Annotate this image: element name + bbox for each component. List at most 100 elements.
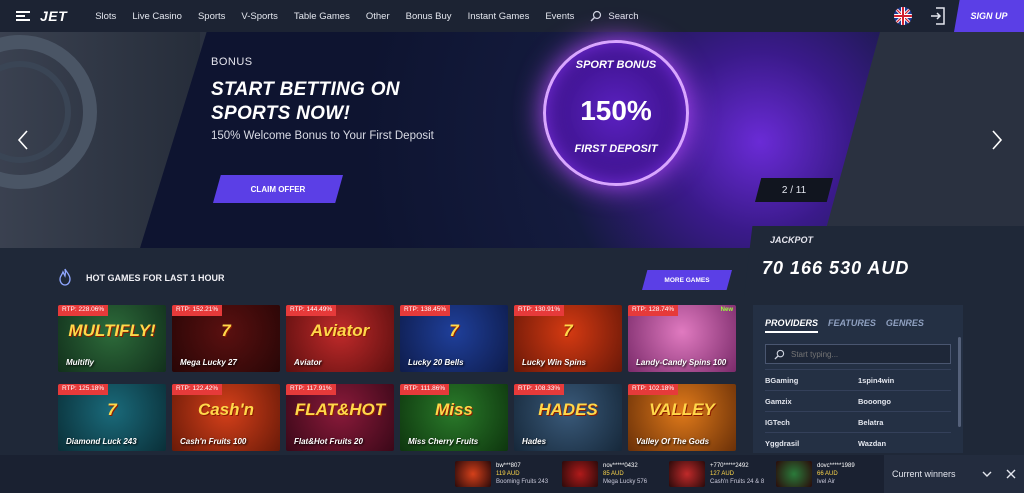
rtp-badge: RTP: 130.91%	[514, 305, 565, 316]
nav-other[interactable]: Other	[366, 11, 390, 22]
game-name: Diamond Luck 243	[66, 437, 137, 446]
winner-game-thumbnail	[455, 461, 491, 487]
winner-info: dovc*****1989 66 AUD Ivel Air	[817, 462, 855, 486]
game-name: Valley Of The Gods	[636, 437, 710, 446]
search-icon	[774, 349, 785, 360]
rtp-badge: RTP: 128.74%	[628, 305, 679, 316]
game-logo: 7	[563, 321, 573, 340]
game-tile[interactable]: RTP: 128.74% New Landy-Candy Spins 100	[628, 305, 736, 372]
rtp-badge: RTP: 108.33%	[514, 384, 565, 395]
chevron-right-icon[interactable]	[990, 128, 1004, 152]
winner-amount: 66 AUD	[817, 471, 838, 477]
chevron-left-icon[interactable]	[16, 128, 30, 152]
login-icon[interactable]	[930, 7, 946, 25]
provider-item[interactable]: Yggdrasil	[765, 439, 858, 448]
game-logo: Miss	[435, 400, 473, 419]
rtp-badge: RTP: 228.06%	[58, 305, 109, 316]
winner-item[interactable]: nov*****0432 85 AUD Mega Lucky 576	[562, 459, 647, 489]
providers-panel: PROVIDERS FEATURES GENRES BGaming1spin4w…	[753, 305, 963, 453]
provider-item[interactable]: Gamzix	[765, 397, 858, 406]
search-button[interactable]: Search	[590, 10, 639, 22]
provider-item[interactable]: Booongo	[858, 397, 951, 406]
winner-item[interactable]: +770*****2492 127 AUD Cash'n Fruits 24 & 8	[669, 459, 764, 489]
flame-icon	[59, 268, 71, 286]
close-icon[interactable]	[1006, 469, 1016, 479]
provider-list: BGaming 1spin4win Gamzix Booongo IGTech Belat…	[765, 369, 951, 453]
game-logo: VALLEY	[649, 400, 715, 419]
game-tile[interactable]: Cash'n RTP: 122.42% Cash'n Fruits 100	[172, 384, 280, 451]
nav-live-casino[interactable]: Live Casino	[132, 11, 182, 22]
game-tile[interactable]: Aviator RTP: 144.49% Aviator	[286, 305, 394, 372]
claim-offer-button[interactable]: CLAIM OFFER	[213, 175, 343, 203]
game-name: Lucky 20 Bells	[408, 358, 464, 367]
winner-info: +770*****2492 127 AUD Cash'n Fruits 24 & 8	[710, 462, 764, 486]
provider-item[interactable]: Belatra	[858, 418, 951, 427]
nav-v-sports[interactable]: V-Sports	[241, 11, 277, 22]
game-name: Landy-Candy Spins 100	[636, 358, 727, 367]
winner-item[interactable]: bw***807 119 AUD Booming Fruits 243	[455, 459, 548, 489]
winner-item[interactable]: dovc*****1989 66 AUD Ivel Air	[776, 459, 855, 489]
game-tile[interactable]: FLAT&HOT RTP: 117.91% Flat&Hot Fruits 20	[286, 384, 394, 451]
game-tile[interactable]: 7 RTP: 125.18% Diamond Luck 243	[58, 384, 166, 451]
provider-item[interactable]: 1spin4win	[858, 376, 951, 385]
nav-table-games[interactable]: Table Games	[294, 11, 350, 22]
sign-up-button[interactable]: SIGN UP	[954, 0, 1024, 32]
nav-sports[interactable]: Sports	[198, 11, 225, 22]
winner-game: Cash'n Fruits 24 & 8	[710, 479, 765, 485]
nav-slots[interactable]: Slots	[95, 11, 116, 22]
game-tile[interactable]: 7 RTP: 152.21% Mega Lucky 27	[172, 305, 280, 372]
winner-amount: 119 AUD	[496, 471, 520, 477]
game-tile[interactable]: HADES RTP: 108.33% Hades	[514, 384, 622, 451]
winner-info: nov*****0432 85 AUD Mega Lucky 576	[603, 462, 647, 486]
slide-counter: 2 / 11	[755, 178, 833, 202]
game-name: Hades	[522, 437, 547, 446]
nav-bonus-buy[interactable]: Bonus Buy	[406, 11, 452, 22]
winner-user: dovc*****1989	[817, 463, 855, 469]
providers-tabs: PROVIDERS FEATURES GENRES	[765, 318, 924, 333]
nav-events[interactable]: Events	[545, 11, 574, 22]
provider-item[interactable]: Wazdan	[858, 439, 951, 448]
game-name: Mega Lucky 27	[180, 358, 237, 367]
game-tile[interactable]: 7 RTP: 138.45% Lucky 20 Bells	[400, 305, 508, 372]
winner-user: nov*****0432	[603, 463, 638, 469]
winner-user: +770*****2492	[710, 463, 749, 469]
provider-item[interactable]: IGTech	[765, 418, 858, 427]
menu-icon[interactable]	[16, 11, 30, 21]
provider-row: Gamzix Booongo	[765, 390, 951, 411]
game-tile[interactable]: Miss RTP: 111.86% Miss Cherry Fruits	[400, 384, 508, 451]
search-icon	[590, 10, 602, 22]
game-logo: 7	[449, 321, 459, 340]
provider-row: BGaming 1spin4win	[765, 369, 951, 390]
winner-game: Mega Lucky 576	[603, 479, 648, 485]
game-tile[interactable]: 7 RTP: 130.91% Lucky Win Spins	[514, 305, 622, 372]
game-tile[interactable]: MULTIFLY! RTP: 228.06% Multifly	[58, 305, 166, 372]
current-winners-toggle[interactable]: Current winners	[884, 455, 1024, 493]
logo[interactable]: JET	[40, 8, 67, 24]
chevron-down-icon[interactable]	[982, 469, 992, 479]
hot-games-title: HOT GAMES FOR LAST 1 HOUR	[86, 273, 225, 283]
provider-search-field[interactable]	[765, 344, 951, 364]
game-logo: 7	[107, 400, 117, 419]
game-name: Cash'n Fruits 100	[180, 437, 247, 446]
provider-row: Yggdrasil Wazdan	[765, 432, 951, 453]
banner-subtitle: BONUS	[211, 56, 253, 68]
game-tile[interactable]: VALLEY RTP: 102.18% Valley Of The Gods	[628, 384, 736, 451]
provider-search-input[interactable]	[791, 349, 931, 359]
uk-flag-icon[interactable]	[894, 7, 912, 25]
tab-genres[interactable]: GENRES	[886, 318, 924, 333]
game-name: Lucky Win Spins	[522, 358, 586, 367]
more-games-button[interactable]: MORE GAMES	[642, 270, 732, 290]
provider-scrollbar[interactable]	[958, 337, 961, 427]
winner-game-thumbnail	[776, 461, 812, 487]
game-name: Flat&Hot Fruits 20	[294, 437, 363, 446]
top-navigation-bar: JET Slots Live Casino Sports V-Sports Ta…	[0, 0, 1024, 32]
tab-providers[interactable]: PROVIDERS	[765, 318, 819, 333]
game-logo: HADES	[538, 400, 598, 419]
jackpot-label: JACKPOT	[770, 235, 814, 245]
tab-features[interactable]: FEATURES	[828, 318, 876, 333]
nav-instant-games[interactable]: Instant Games	[468, 11, 530, 22]
provider-row: IGTech Belatra	[765, 411, 951, 432]
new-badge: New	[720, 307, 733, 313]
game-logo: Aviator	[310, 321, 370, 340]
provider-item[interactable]: BGaming	[765, 376, 858, 385]
